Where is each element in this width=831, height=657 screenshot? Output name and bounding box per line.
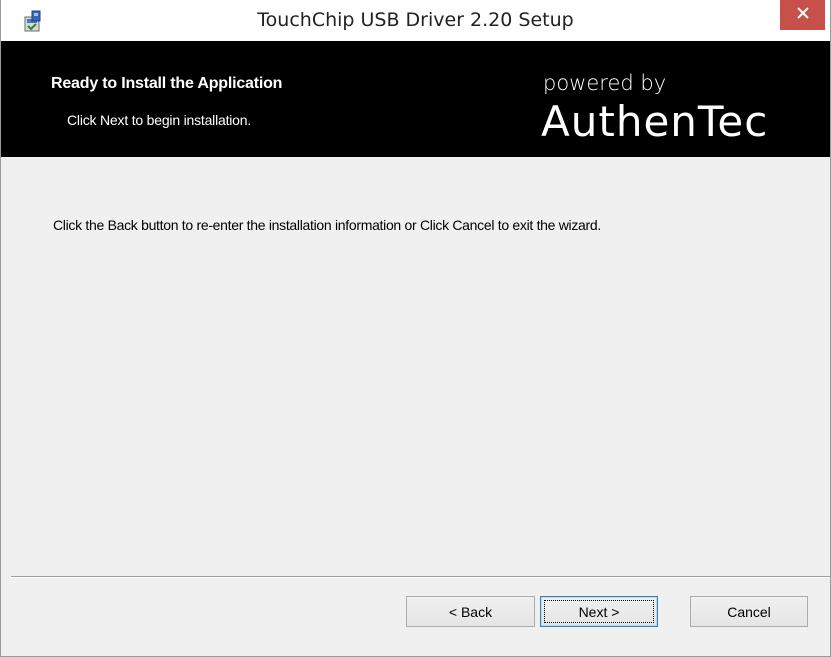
window-title: TouchChip USB Driver 2.20 Setup bbox=[257, 9, 574, 31]
footer-divider bbox=[11, 576, 830, 578]
focus-indicator bbox=[544, 600, 654, 623]
header-banner: Ready to Install the Application Click N… bbox=[1, 41, 830, 157]
title-bar[interactable]: TouchChip USB Driver 2.20 Setup bbox=[1, 0, 830, 41]
brand-logo: AuthenTec bbox=[541, 97, 769, 146]
page-subtitle: Click Next to begin installation. bbox=[67, 112, 252, 128]
cancel-button[interactable]: Cancel bbox=[690, 596, 808, 627]
setup-window: TouchChip USB Driver 2.20 Setup Ready to… bbox=[0, 0, 831, 657]
instruction-text: Click the Back button to re-enter the in… bbox=[53, 217, 601, 233]
next-button[interactable]: Next > bbox=[540, 596, 658, 627]
content-panel: Click the Back button to re-enter the in… bbox=[1, 157, 830, 575]
page-title: Ready to Install the Application bbox=[51, 75, 283, 92]
close-icon bbox=[796, 6, 809, 24]
brand-tagline: powered by bbox=[543, 71, 667, 95]
back-button[interactable]: < Back bbox=[406, 596, 535, 627]
close-button[interactable] bbox=[780, 0, 825, 30]
